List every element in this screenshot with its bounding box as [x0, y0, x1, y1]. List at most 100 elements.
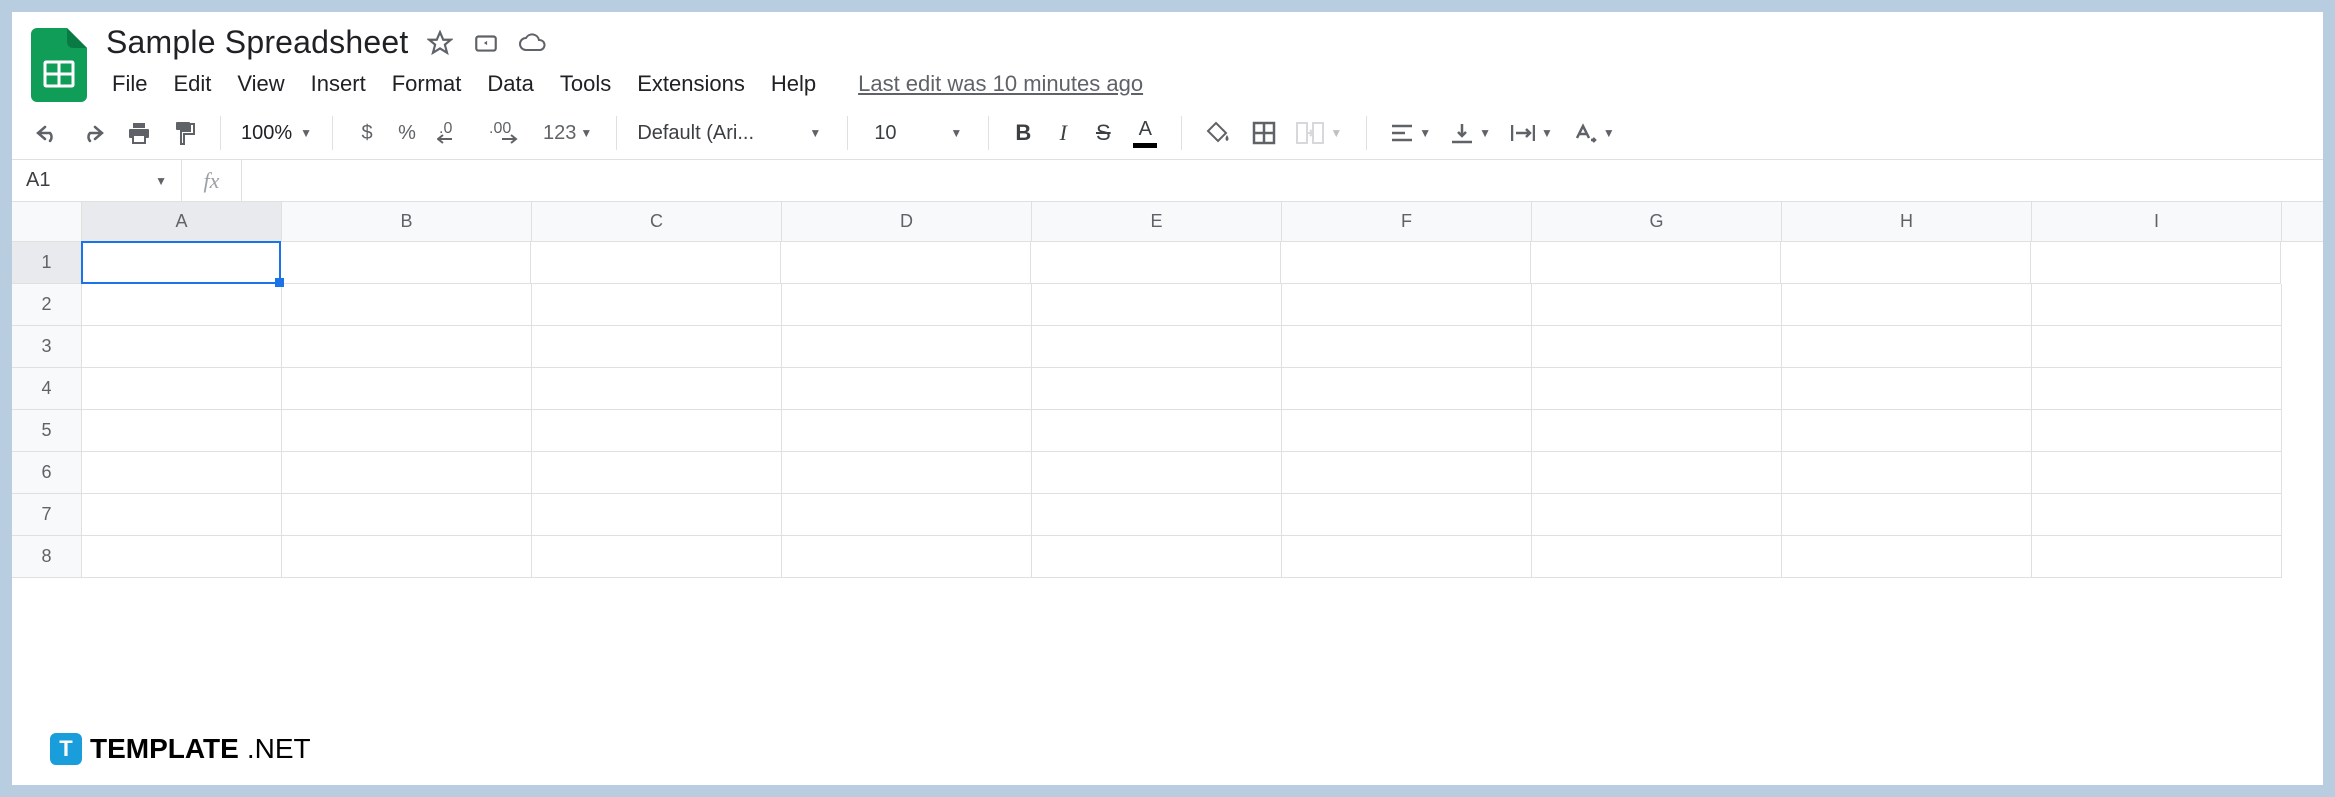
cell[interactable]: [782, 494, 1032, 536]
cell[interactable]: [532, 284, 782, 326]
font-size-dropdown[interactable]: 10 ▼: [868, 122, 968, 145]
cell[interactable]: [82, 536, 282, 578]
cell[interactable]: [1031, 242, 1281, 284]
cell[interactable]: [1782, 452, 2032, 494]
strikethrough-button[interactable]: S: [1089, 115, 1117, 151]
vertical-align-dropdown[interactable]: ▼: [1447, 115, 1495, 151]
menu-file[interactable]: File: [112, 71, 147, 97]
row-header-3[interactable]: 3: [12, 326, 82, 368]
cell[interactable]: [532, 410, 782, 452]
fill-color-button[interactable]: [1202, 115, 1236, 151]
merge-cells-dropdown[interactable]: ▼: [1292, 115, 1346, 151]
redo-button[interactable]: [76, 115, 110, 151]
cell[interactable]: [1032, 410, 1282, 452]
star-icon[interactable]: [426, 29, 454, 57]
cell[interactable]: [1531, 242, 1781, 284]
col-header-h[interactable]: H: [1782, 202, 2032, 241]
cell[interactable]: [1282, 410, 1532, 452]
format-percent-button[interactable]: %: [393, 115, 421, 151]
cell[interactable]: [82, 410, 282, 452]
cell[interactable]: [1532, 410, 1782, 452]
row-header-2[interactable]: 2: [12, 284, 82, 326]
cell[interactable]: [282, 494, 532, 536]
cell[interactable]: [1532, 326, 1782, 368]
row-header-6[interactable]: 6: [12, 452, 82, 494]
cell[interactable]: [1782, 284, 2032, 326]
italic-button[interactable]: I: [1049, 115, 1077, 151]
cell[interactable]: [1282, 494, 1532, 536]
cell[interactable]: [782, 368, 1032, 410]
text-wrap-dropdown[interactable]: ▼: [1507, 115, 1557, 151]
cell[interactable]: [782, 536, 1032, 578]
menu-data[interactable]: Data: [487, 71, 533, 97]
format-currency-button[interactable]: $: [353, 115, 381, 151]
cell[interactable]: [1282, 284, 1532, 326]
cell[interactable]: [1781, 242, 2031, 284]
cell[interactable]: [1782, 536, 2032, 578]
cell-a1[interactable]: [81, 241, 281, 284]
cell[interactable]: [2032, 284, 2282, 326]
cell[interactable]: [531, 242, 781, 284]
cell[interactable]: [281, 242, 531, 284]
col-header-g[interactable]: G: [1532, 202, 1782, 241]
cell[interactable]: [1532, 368, 1782, 410]
menu-extensions[interactable]: Extensions: [637, 71, 745, 97]
cell[interactable]: [782, 326, 1032, 368]
cloud-status-icon[interactable]: [518, 29, 546, 57]
cell[interactable]: [1782, 410, 2032, 452]
menu-view[interactable]: View: [237, 71, 284, 97]
cell[interactable]: [2032, 452, 2282, 494]
col-header-i[interactable]: I: [2032, 202, 2282, 241]
cell[interactable]: [282, 452, 532, 494]
col-header-b[interactable]: B: [282, 202, 532, 241]
cell[interactable]: [1032, 452, 1282, 494]
cell[interactable]: [282, 536, 532, 578]
cell[interactable]: [1532, 284, 1782, 326]
cell[interactable]: [82, 326, 282, 368]
cell[interactable]: [2032, 410, 2282, 452]
selection-handle[interactable]: [275, 278, 284, 287]
print-button[interactable]: [122, 115, 156, 151]
row-header-4[interactable]: 4: [12, 368, 82, 410]
move-icon[interactable]: [472, 29, 500, 57]
horizontal-align-dropdown[interactable]: ▼: [1387, 115, 1435, 151]
menu-insert[interactable]: Insert: [311, 71, 366, 97]
bold-button[interactable]: B: [1009, 115, 1037, 151]
cell[interactable]: [2032, 326, 2282, 368]
cell[interactable]: [782, 284, 1032, 326]
zoom-dropdown[interactable]: 100% ▼: [241, 122, 312, 145]
formula-input[interactable]: [242, 160, 2323, 201]
cell[interactable]: [1532, 452, 1782, 494]
paint-format-button[interactable]: [168, 115, 200, 151]
menu-format[interactable]: Format: [392, 71, 462, 97]
cell[interactable]: [782, 410, 1032, 452]
cell[interactable]: [532, 368, 782, 410]
cell[interactable]: [282, 368, 532, 410]
menu-edit[interactable]: Edit: [173, 71, 211, 97]
cell[interactable]: [532, 494, 782, 536]
cell[interactable]: [82, 494, 282, 536]
increase-decimal-button[interactable]: .00: [483, 115, 527, 151]
cell[interactable]: [1281, 242, 1531, 284]
col-header-c[interactable]: C: [532, 202, 782, 241]
cell[interactable]: [782, 452, 1032, 494]
cell[interactable]: [2032, 536, 2282, 578]
cell[interactable]: [532, 326, 782, 368]
cell[interactable]: [2032, 494, 2282, 536]
cell[interactable]: [1782, 494, 2032, 536]
sheets-logo[interactable]: [30, 26, 88, 104]
col-header-d[interactable]: D: [782, 202, 1032, 241]
cell[interactable]: [1782, 326, 2032, 368]
cell[interactable]: [2031, 242, 2281, 284]
text-rotation-dropdown[interactable]: ▼: [1569, 115, 1619, 151]
cell[interactable]: [1032, 368, 1282, 410]
row-header-5[interactable]: 5: [12, 410, 82, 452]
menu-tools[interactable]: Tools: [560, 71, 611, 97]
undo-button[interactable]: [30, 115, 64, 151]
last-edit-link[interactable]: Last edit was 10 minutes ago: [858, 71, 1143, 97]
cell[interactable]: [1782, 368, 2032, 410]
cell[interactable]: [1282, 368, 1532, 410]
cell[interactable]: [532, 452, 782, 494]
cell[interactable]: [2032, 368, 2282, 410]
cell[interactable]: [282, 410, 532, 452]
